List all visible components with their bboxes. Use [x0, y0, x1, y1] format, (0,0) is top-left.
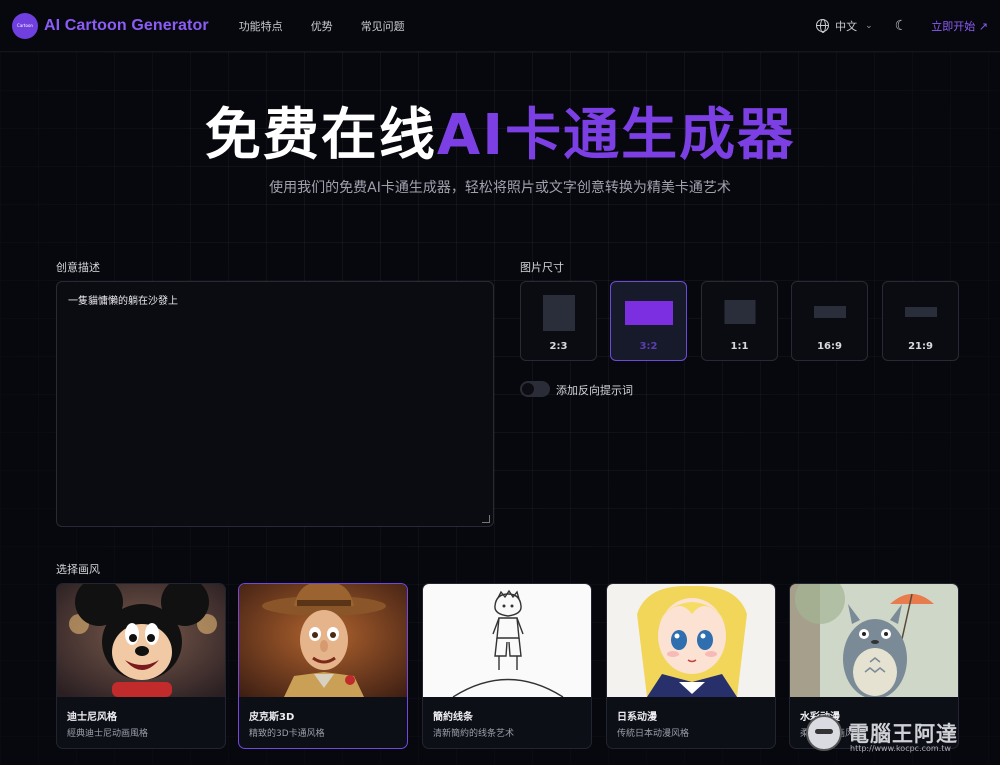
- chevron-down-icon: ⌄: [865, 20, 873, 31]
- title-main: 免费在线: [204, 103, 437, 168]
- style-name: 迪士尼风格: [67, 712, 117, 723]
- ratio-16-9-icon: [813, 306, 846, 318]
- prompt-value: 一隻貓慵懶的躺在沙發上: [68, 296, 178, 307]
- size-option-2-3[interactable]: 2:3: [520, 281, 597, 361]
- size-option-21-9[interactable]: 21:9: [882, 281, 959, 361]
- header-actions: 中文 ⌄ ☾ 立即开始 ↗: [816, 18, 988, 34]
- watermark-url: http://www.kocpc.com.tw: [850, 744, 951, 753]
- page-subtitle: 使用我们的免费AI卡通生成器，轻松将照片或文字创意转换为精美卡通艺术: [269, 180, 731, 196]
- logo-badge[interactable]: Cartoon: [12, 12, 38, 39]
- toggle-knob: [522, 383, 534, 395]
- watermark-mascot-icon: [806, 715, 842, 751]
- style-description: 經典迪士尼动画風格: [67, 729, 149, 739]
- watercolor-style-preview-image: [790, 584, 958, 697]
- size-option-1-1[interactable]: 1:1: [701, 281, 778, 361]
- negative-prompt-toggle[interactable]: [520, 381, 550, 397]
- style-name: 簡約线条: [433, 712, 473, 723]
- style-description: 精致的3D卡通风格: [249, 729, 325, 739]
- site-watermark: 電腦王阿達 http://www.kocpc.com.tw: [806, 708, 992, 758]
- size-option-label: 16:9: [817, 341, 842, 352]
- style-description: 传統日本动漫风格: [617, 729, 690, 739]
- style-name: 皮克斯3D: [249, 712, 295, 723]
- nav-item-advantages[interactable]: 优势: [311, 18, 333, 34]
- line-art-preview-image: [423, 584, 591, 697]
- style-card-disney[interactable]: 迪士尼风格 經典迪士尼动画風格: [56, 583, 226, 749]
- style-card-pixar[interactable]: 皮克斯3D 精致的3D卡通风格: [238, 583, 408, 749]
- disney-style-preview-image: [57, 584, 225, 697]
- ratio-2-3-icon: [542, 295, 575, 331]
- pixar-style-preview-image: [239, 584, 407, 697]
- style-description: 清新簡約的线条艺术: [433, 729, 515, 739]
- get-started-link[interactable]: 立即开始 ↗: [931, 18, 988, 34]
- top-navbar: Cartoon AI Cartoon Generator 功能特点 优势 常见问…: [0, 0, 1000, 52]
- brand-name[interactable]: AI Cartoon Generator: [44, 17, 209, 35]
- negative-prompt-label: 添加反向提示词: [556, 384, 633, 397]
- size-option-16-9[interactable]: 16:9: [791, 281, 868, 361]
- style-card-anime[interactable]: 日系动漫 传統日本动漫风格: [606, 583, 776, 749]
- style-card-line-art[interactable]: 簡約线条 清新簡約的线条艺术: [422, 583, 592, 749]
- prompt-textarea[interactable]: 一隻貓慵懶的躺在沙發上: [56, 281, 494, 527]
- ratio-1-1-icon: [724, 300, 755, 324]
- size-option-3-2[interactable]: 3:2: [610, 281, 687, 361]
- size-option-label: 3:2: [639, 341, 658, 352]
- nav-item-faq[interactable]: 常见问题: [361, 18, 405, 34]
- ratio-21-9-icon: [904, 307, 937, 317]
- globe-icon: [816, 19, 830, 33]
- page-title: 免费在线AI卡通生成器: [0, 90, 1000, 171]
- style-name: 日系动漫: [617, 712, 657, 723]
- anime-style-preview-image: [607, 584, 775, 697]
- size-option-label: 2:3: [549, 341, 568, 352]
- main-nav: 功能特点 优势 常见问题: [239, 18, 405, 34]
- prompt-label: 创意描述: [56, 261, 100, 274]
- title-accent: AI卡通生成器: [436, 103, 796, 168]
- resize-handle-icon[interactable]: [482, 515, 490, 523]
- size-option-label: 21:9: [908, 341, 933, 352]
- ratio-3-2-icon: [624, 301, 673, 325]
- image-size-label: 图片尺寸: [520, 261, 564, 274]
- nav-item-features[interactable]: 功能特点: [239, 18, 283, 34]
- language-selector[interactable]: 中文 ⌄: [816, 18, 873, 34]
- style-section-label: 选择画风: [56, 563, 100, 576]
- size-option-label: 1:1: [730, 341, 749, 352]
- logo-badge-text: Cartoon: [17, 23, 33, 28]
- language-label: 中文: [835, 19, 858, 33]
- theme-toggle-icon[interactable]: ☾: [895, 18, 908, 34]
